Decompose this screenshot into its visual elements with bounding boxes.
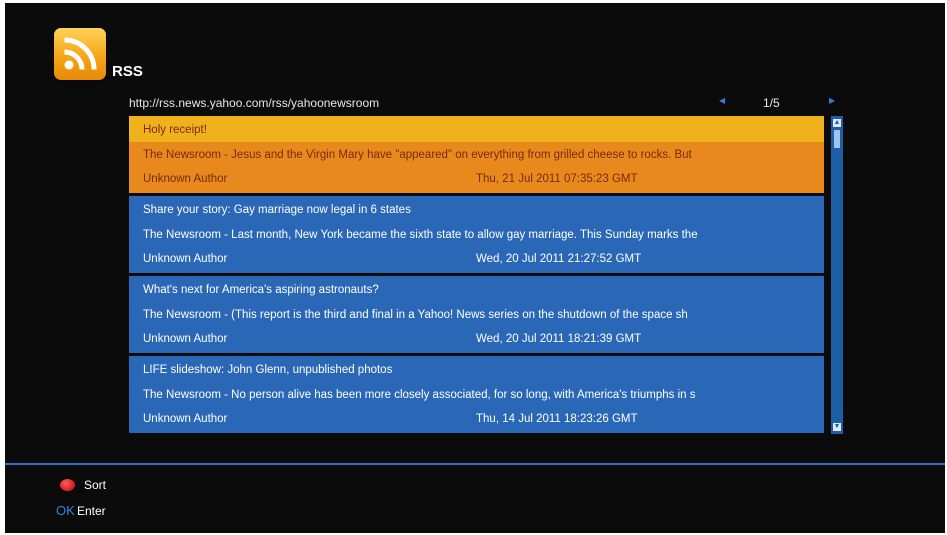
scroll-up-icon[interactable]: ▲	[833, 119, 841, 127]
sort-hint[interactable]: Sort	[84, 478, 106, 492]
rss-item[interactable]: What's next for America's aspiring astro…	[129, 276, 824, 355]
rss-item-list: Holy receipt! The Newsroom - Jesus and t…	[129, 116, 824, 435]
item-summary: The Newsroom - (This report is the third…	[143, 309, 688, 321]
item-title: Share your story: Gay marriage now legal…	[143, 204, 411, 216]
tv-screen: RSS http://rss.news.yahoo.com/rss/yahoon…	[5, 3, 945, 533]
scroll-thumb[interactable]	[834, 130, 840, 148]
item-author: Unknown Author	[143, 173, 228, 185]
app-title: RSS	[112, 63, 143, 80]
selected-title-highlight	[129, 116, 824, 142]
feed-url: http://rss.news.yahoo.com/rss/yahoonewsr…	[129, 96, 380, 110]
rss-item[interactable]: Share your story: Gay marriage now legal…	[129, 196, 824, 275]
right-arrow-icon[interactable]: ▶	[829, 96, 835, 105]
item-author: Unknown Author	[143, 253, 228, 265]
item-date: Wed, 20 Jul 2011 21:27:52 GMT	[476, 253, 642, 265]
scrollbar[interactable]: ▲ ▼	[831, 116, 843, 434]
ok-key-label: OK	[56, 503, 75, 518]
rss-feed-icon	[54, 28, 106, 80]
item-date: Thu, 14 Jul 2011 18:23:26 GMT	[476, 413, 638, 425]
enter-hint[interactable]: Enter	[77, 504, 106, 518]
item-date: Wed, 20 Jul 2011 18:21:39 GMT	[476, 333, 642, 345]
rss-item[interactable]: LIFE slideshow: John Glenn, unpublished …	[129, 356, 824, 435]
item-title: LIFE slideshow: John Glenn, unpublished …	[143, 364, 393, 376]
item-date: Thu, 21 Jul 2011 07:35:23 GMT	[476, 173, 638, 185]
item-author: Unknown Author	[143, 333, 228, 345]
scroll-down-icon[interactable]: ▼	[833, 423, 841, 431]
red-button-icon	[60, 479, 75, 491]
footer-divider	[5, 463, 945, 465]
left-arrow-icon[interactable]: ◀	[719, 96, 725, 105]
item-author: Unknown Author	[143, 413, 228, 425]
page-indicator: 1/5	[763, 96, 780, 110]
rss-item-selected[interactable]: Holy receipt! The Newsroom - Jesus and t…	[129, 116, 824, 195]
item-summary: The Newsroom - Jesus and the Virgin Mary…	[143, 149, 692, 161]
item-title: Holy receipt!	[143, 124, 207, 136]
item-summary: The Newsroom - No person alive has been …	[143, 389, 696, 401]
item-summary: The Newsroom - Last month, New York beca…	[143, 229, 698, 241]
item-title: What's next for America's aspiring astro…	[143, 284, 379, 296]
